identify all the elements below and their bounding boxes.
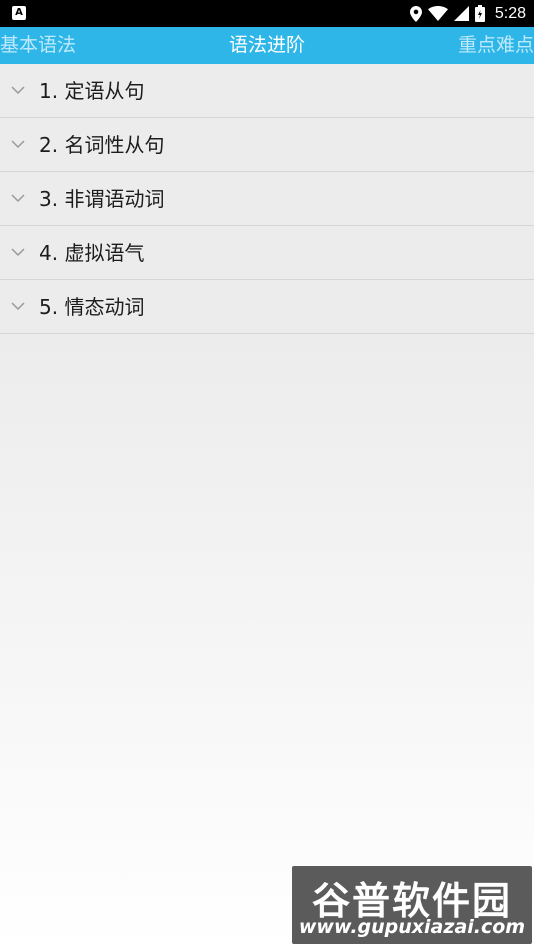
list-item[interactable]: 1. 定语从句: [0, 64, 534, 118]
tab-key-difficulties[interactable]: 重点难点: [458, 27, 534, 64]
wifi-icon: [427, 6, 448, 21]
signal-icon: [453, 6, 469, 21]
list-item[interactable]: 5. 情态动词: [0, 280, 534, 334]
list-item[interactable]: 3. 非谓语动词: [0, 172, 534, 226]
location-icon: [409, 5, 422, 22]
list-item-label: 5. 情态动词: [39, 295, 145, 319]
app-notification-icon: [12, 6, 26, 20]
tab-basic-grammar[interactable]: 基本语法: [0, 27, 76, 64]
chevron-down-icon: [11, 248, 25, 257]
battery-icon: [474, 5, 485, 22]
grammar-topic-list: 1. 定语从句 2. 名词性从句 3. 非谓语动词 4. 虚拟语气 5. 情态动…: [0, 64, 534, 334]
list-item[interactable]: 4. 虚拟语气: [0, 226, 534, 280]
tab-advanced-grammar-container: 语法进阶: [0, 27, 534, 64]
watermark-url: www.gupuxiazai.com: [298, 916, 526, 938]
title-bar: 基本语法 语法进阶 重点难点: [0, 27, 534, 64]
status-icons: 5:28: [409, 3, 526, 24]
tab-advanced-grammar[interactable]: 语法进阶: [229, 34, 305, 56]
chevron-down-icon: [11, 302, 25, 311]
status-bar: 5:28: [0, 0, 534, 27]
chevron-down-icon: [11, 86, 25, 95]
list-item-label: 3. 非谓语动词: [39, 187, 165, 211]
list-item-label: 4. 虚拟语气: [39, 241, 145, 265]
status-time: 5:28: [494, 4, 526, 22]
watermark: 谷普软件园 www.gupuxiazai.com: [292, 866, 532, 944]
list-item-label: 1. 定语从句: [39, 79, 145, 103]
chevron-down-icon: [11, 140, 25, 149]
chevron-down-icon: [11, 194, 25, 203]
list-item-label: 2. 名词性从句: [39, 133, 165, 157]
list-item[interactable]: 2. 名词性从句: [0, 118, 534, 172]
